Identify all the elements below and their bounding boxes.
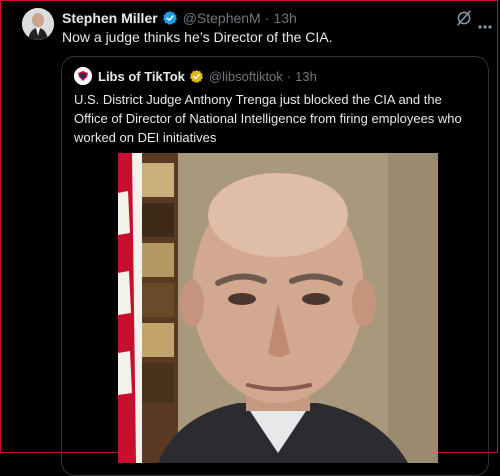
quoted-tweet-text: U.S. District Judge Anthony Trenga just …: [74, 92, 462, 145]
verified-badge-icon: [189, 69, 204, 84]
separator-dot: ·: [264, 10, 270, 26]
quoted-author-handle[interactable]: @libsoftiktok: [209, 69, 283, 84]
more-icon[interactable]: [478, 16, 492, 29]
grok-icon[interactable]: [455, 9, 473, 27]
quoted-author-name[interactable]: Libs of TikTok: [98, 69, 185, 84]
quoted-tweet-card[interactable]: Libs of TikTok @libsoftiktok · 13h U.S. …: [61, 56, 489, 476]
separator-dot: ·: [286, 68, 292, 84]
author-handle[interactable]: @StephenM: [183, 10, 261, 26]
quoted-tweet-header: Libs of TikTok @libsoftiktok · 13h: [74, 67, 317, 85]
quoted-author-avatar[interactable]: [74, 67, 92, 85]
author-avatar[interactable]: [22, 8, 54, 40]
verified-badge-icon: [162, 10, 178, 26]
avatar-image: [22, 8, 54, 40]
author-name[interactable]: Stephen Miller: [62, 10, 158, 26]
tweet-header: Stephen Miller @StephenM · 13h: [62, 9, 297, 27]
portrait-image: [118, 153, 438, 463]
tweet-text: Now a judge thinks he’s Director of the …: [62, 29, 333, 45]
quoted-tweet-photo[interactable]: [118, 153, 438, 463]
quoted-tweet-timestamp[interactable]: 13h: [295, 69, 317, 84]
quoted-avatar-image: [74, 67, 92, 85]
tweet-timestamp[interactable]: 13h: [273, 10, 296, 26]
